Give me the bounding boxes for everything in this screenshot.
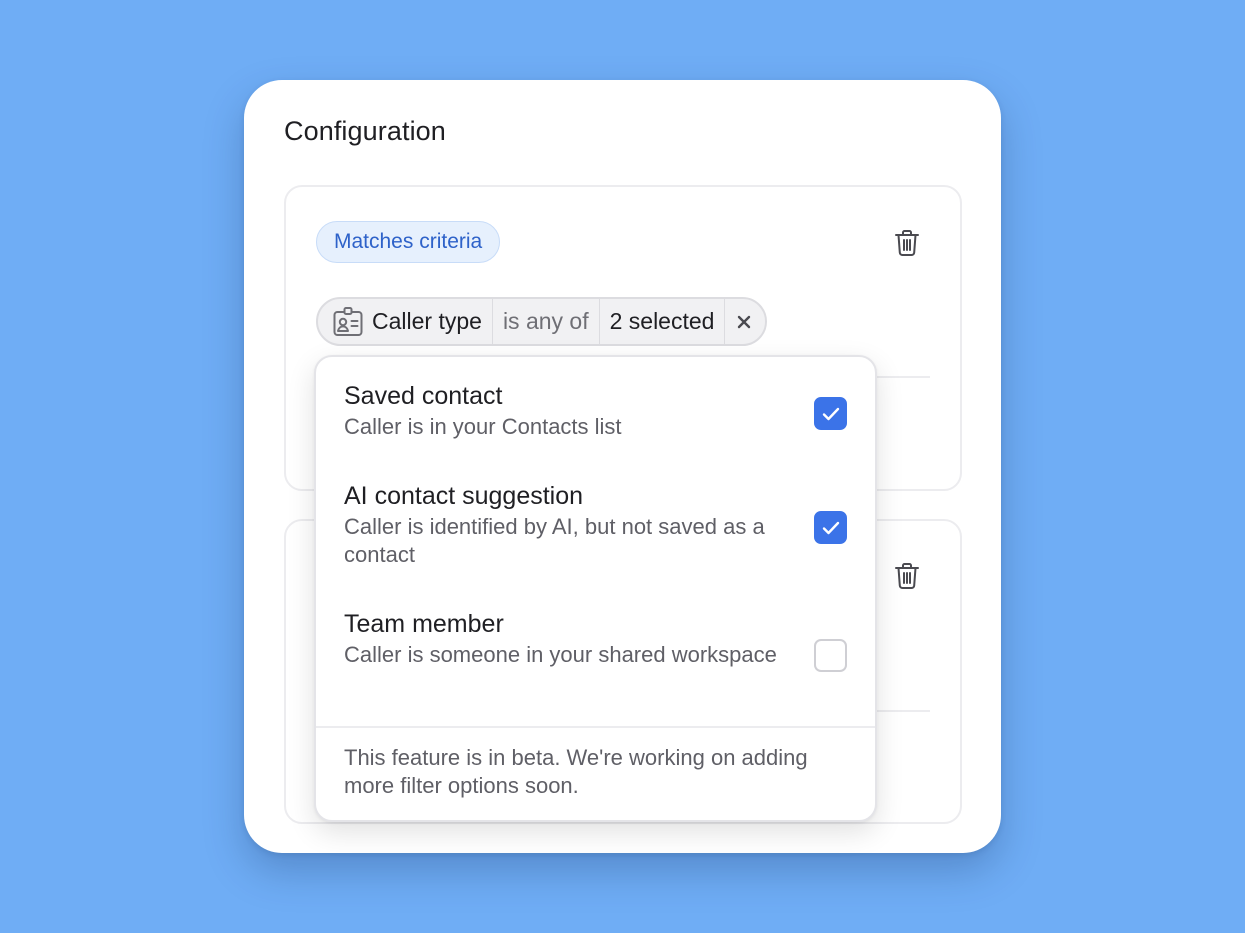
option-description: Caller is someone in your shared workspa… (344, 642, 777, 667)
checkbox-ai-contact-suggestion[interactable] (814, 511, 847, 544)
page-title: Configuration (284, 116, 446, 146)
trash-icon (895, 563, 919, 589)
filter-operator[interactable]: is any of (491, 299, 599, 344)
caller-type-filter[interactable]: Caller type is any of 2 selected (316, 297, 768, 346)
check-icon (822, 521, 839, 534)
trash-icon (895, 230, 919, 256)
configuration-card: Configuration Matches criteria Caller ty… (244, 80, 1001, 853)
option-title: Saved contact (344, 382, 503, 410)
option-title: AI contact suggestion (344, 482, 584, 510)
caller-type-dropdown: Saved contact Caller is in your Contacts… (314, 355, 877, 822)
option-description: Caller is in your Contacts list (344, 414, 622, 439)
option-saved-contact[interactable]: Saved contact Caller is in your Contacts… (344, 380, 847, 441)
filter-value-dropdown[interactable]: 2 selected (598, 299, 725, 344)
close-icon (738, 315, 751, 328)
filter-field-label: Caller type (372, 308, 482, 334)
delete-criteria-button[interactable] (893, 228, 921, 258)
option-ai-contact-suggestion[interactable]: AI contact suggestion Caller is identifi… (344, 480, 847, 569)
clear-filter-button[interactable] (724, 299, 765, 344)
option-description: Caller is identified by AI, but not save… (344, 514, 765, 567)
delete-criteria-button-2[interactable] (893, 561, 921, 591)
check-icon (822, 407, 839, 420)
checkbox-saved-contact[interactable] (814, 397, 847, 430)
option-team-member[interactable]: Team member Caller is someone in your sh… (344, 608, 847, 672)
option-title: Team member (344, 610, 504, 638)
dropdown-divider (316, 726, 875, 728)
checkbox-team-member[interactable] (814, 639, 847, 672)
matches-criteria-badge[interactable]: Matches criteria (316, 221, 501, 263)
filter-field[interactable]: Caller type (318, 299, 492, 344)
beta-notice: This feature is in beta. We're working o… (344, 745, 808, 798)
contact-card-icon (333, 306, 363, 336)
